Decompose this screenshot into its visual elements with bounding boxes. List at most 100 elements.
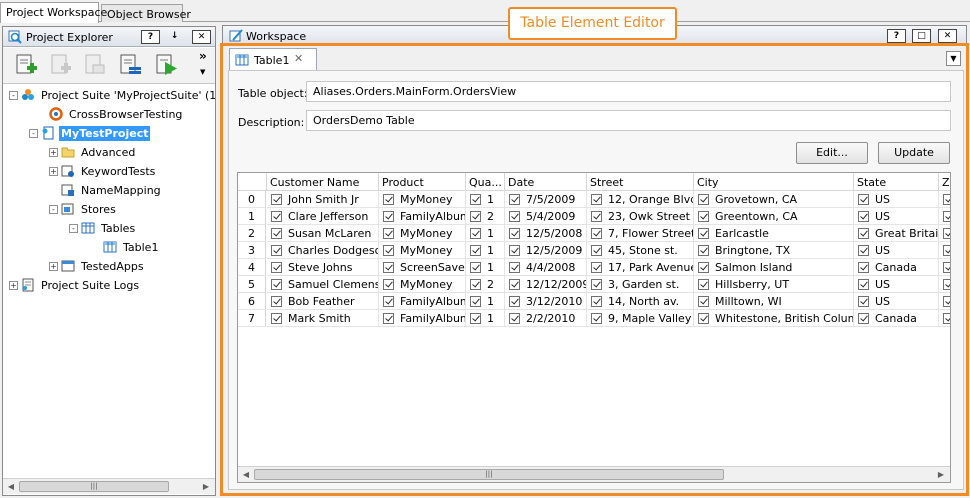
- expand-toggle[interactable]: +: [49, 147, 58, 157]
- cell-checkbox[interactable]: [509, 278, 520, 290]
- table-cell-date[interactable]: 12/5/2008: [505, 225, 587, 242]
- table-cell-zip[interactable]: [939, 293, 950, 310]
- cell-checkbox[interactable]: [698, 278, 709, 290]
- collapse-toggle[interactable]: -: [9, 90, 18, 100]
- cell-checkbox[interactable]: [858, 278, 869, 290]
- table-cell-customer-name[interactable]: Mark Smith: [267, 310, 379, 327]
- pin-button[interactable]: ↓: [165, 30, 184, 44]
- table-cell-zip[interactable]: [939, 259, 950, 276]
- cell-checkbox[interactable]: [383, 227, 394, 239]
- cell-checkbox[interactable]: [943, 227, 950, 239]
- table-cell-customer-name[interactable]: Susan McLaren: [267, 225, 379, 242]
- tree-item-crossbrowsertesting[interactable]: CrossBrowserTesting: [49, 105, 184, 123]
- table-cell-zip[interactable]: [939, 225, 950, 242]
- cell-checkbox[interactable]: [943, 312, 950, 324]
- cell-checkbox[interactable]: [591, 312, 602, 324]
- grid-horizontal-scrollbar[interactable]: ◀ ||| ▶: [238, 466, 950, 482]
- cell-checkbox[interactable]: [591, 261, 602, 273]
- tree-item-project-suite-logs[interactable]: + Project Suite Logs: [9, 276, 141, 294]
- cell-checkbox[interactable]: [858, 261, 869, 273]
- table-cell-state[interactable]: US: [854, 208, 939, 225]
- cell-checkbox[interactable]: [858, 295, 869, 307]
- table-cell-city[interactable]: Bringtone, TX: [694, 242, 854, 259]
- cell-checkbox[interactable]: [470, 227, 481, 239]
- table-cell-city[interactable]: Salmon Island: [694, 259, 854, 276]
- cell-checkbox[interactable]: [698, 244, 709, 256]
- cell-checkbox[interactable]: [470, 193, 481, 205]
- toolbar-more-button[interactable]: »: [199, 49, 207, 63]
- cell-checkbox[interactable]: [271, 312, 282, 324]
- cell-checkbox[interactable]: [858, 210, 869, 222]
- table-cell-customer-name[interactable]: Clare Jefferson: [267, 208, 379, 225]
- tree-item-stores[interactable]: - Stores: [49, 200, 118, 218]
- cell-checkbox[interactable]: [470, 210, 481, 222]
- cell-checkbox[interactable]: [271, 278, 282, 290]
- column-header-date[interactable]: Date: [505, 173, 587, 191]
- tree-item-table1[interactable]: Table1: [103, 238, 160, 256]
- cell-checkbox[interactable]: [591, 295, 602, 307]
- workspace-help-button[interactable]: ?: [887, 29, 906, 43]
- tab-object-browser[interactable]: Object Browser: [101, 4, 191, 22]
- table-cell-date[interactable]: 5/4/2009: [505, 208, 587, 225]
- close-panel-button[interactable]: ✕: [192, 30, 211, 44]
- table-cell-quantity[interactable]: 1: [466, 293, 505, 310]
- table-cell-product[interactable]: MyMoney: [379, 191, 466, 208]
- table-cell-city[interactable]: Whitestone, British Columbia: [694, 310, 854, 327]
- table-cell-quantity[interactable]: 1: [466, 310, 505, 327]
- tab-project-workspace[interactable]: Project Workspace: [0, 2, 107, 23]
- cell-checkbox[interactable]: [271, 210, 282, 222]
- cell-checkbox[interactable]: [943, 193, 950, 205]
- cell-checkbox[interactable]: [943, 278, 950, 290]
- cell-checkbox[interactable]: [943, 261, 950, 273]
- column-header-product[interactable]: Product: [379, 173, 466, 191]
- table-cell-zip[interactable]: [939, 191, 950, 208]
- table-cell-street[interactable]: 3, Garden st.: [587, 276, 694, 293]
- table-cell-product[interactable]: ScreenSaver: [379, 259, 466, 276]
- scroll-left-icon[interactable]: ◀: [241, 470, 251, 480]
- cell-checkbox[interactable]: [591, 278, 602, 290]
- table-cell-zip[interactable]: [939, 208, 950, 225]
- tree-item-namemapping[interactable]: NameMapping: [61, 181, 163, 199]
- cell-checkbox[interactable]: [698, 210, 709, 222]
- table-cell-street[interactable]: 7, Flower Street: [587, 225, 694, 242]
- cell-checkbox[interactable]: [943, 295, 950, 307]
- workspace-maximize-button[interactable]: □: [912, 29, 931, 43]
- table-cell-customer-name[interactable]: Samuel Clemens: [267, 276, 379, 293]
- cell-checkbox[interactable]: [383, 244, 394, 256]
- table-cell-date[interactable]: 4/4/2008: [505, 259, 587, 276]
- table-object-field[interactable]: Aliases.Orders.MainForm.OrdersView: [306, 81, 951, 102]
- table-cell-zip[interactable]: [939, 242, 950, 259]
- table-cell-product[interactable]: FamilyAlbum: [379, 293, 466, 310]
- cell-checkbox[interactable]: [591, 227, 602, 239]
- table-cell-state[interactable]: US: [854, 242, 939, 259]
- cell-checkbox[interactable]: [383, 261, 394, 273]
- cell-checkbox[interactable]: [271, 193, 282, 205]
- description-field[interactable]: OrdersDemo Table: [306, 110, 951, 131]
- cell-checkbox[interactable]: [509, 210, 520, 222]
- table-cell-zip[interactable]: [939, 310, 950, 327]
- cell-checkbox[interactable]: [470, 278, 481, 290]
- cell-checkbox[interactable]: [271, 295, 282, 307]
- cell-checkbox[interactable]: [470, 261, 481, 273]
- table-cell-date[interactable]: 2/2/2010: [505, 310, 587, 327]
- cell-checkbox[interactable]: [698, 312, 709, 324]
- cell-checkbox[interactable]: [470, 244, 481, 256]
- properties-icon[interactable]: [119, 53, 143, 77]
- table-cell-state[interactable]: US: [854, 191, 939, 208]
- tree-item-advanced[interactable]: + Advanced: [49, 143, 137, 161]
- table-cell-state[interactable]: Great Britain: [854, 225, 939, 242]
- cell-checkbox[interactable]: [509, 312, 520, 324]
- scroll-left-icon[interactable]: ◀: [6, 482, 16, 492]
- table-cell-street[interactable]: 14, North av.: [587, 293, 694, 310]
- run-project-icon[interactable]: [155, 53, 179, 77]
- cell-checkbox[interactable]: [383, 295, 394, 307]
- cell-checkbox[interactable]: [509, 227, 520, 239]
- table-cell-street[interactable]: 9, Maple Valley: [587, 310, 694, 327]
- column-header-state[interactable]: State: [854, 173, 939, 191]
- column-header-city[interactable]: City: [694, 173, 854, 191]
- column-header-street[interactable]: Street: [587, 173, 694, 191]
- table-cell-date[interactable]: 12/12/2009: [505, 276, 587, 293]
- table-cell-street[interactable]: 17, Park Avenue: [587, 259, 694, 276]
- cell-checkbox[interactable]: [858, 227, 869, 239]
- cell-checkbox[interactable]: [509, 244, 520, 256]
